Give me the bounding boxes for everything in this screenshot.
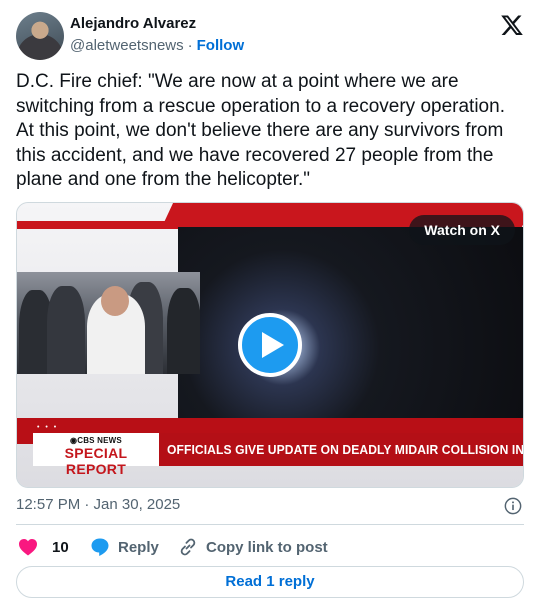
link-icon	[180, 538, 196, 556]
copy-link-label: Copy link to post	[206, 538, 328, 556]
fire-chief-head	[101, 286, 129, 316]
heart-icon	[19, 539, 37, 556]
press-conference-inset	[17, 272, 200, 374]
read-reply-button[interactable]: Read 1 reply	[16, 566, 524, 598]
handle-row: @aletweetsnews · Follow	[70, 37, 244, 54]
official-figure	[47, 286, 85, 374]
avatar[interactable]	[16, 12, 64, 60]
cbs-news-logo: ◉CBS NEWS	[70, 436, 122, 445]
play-button[interactable]	[238, 313, 302, 377]
cbs-badge: ◉CBS NEWS SPECIAL REPORT	[33, 433, 159, 477]
divider	[16, 524, 524, 525]
info-icon[interactable]	[504, 497, 522, 515]
copy-link-button[interactable]: Copy link to post	[178, 537, 328, 557]
official-figure	[167, 288, 200, 374]
watch-on-x-button[interactable]: Watch on X	[409, 215, 515, 245]
reply-bubble-icon	[91, 538, 109, 556]
special-report-label: SPECIAL REPORT	[64, 445, 128, 477]
ticker-dots: • • •	[37, 424, 59, 431]
author-name[interactable]: Alejandro Alvarez	[70, 15, 196, 32]
video-player[interactable]: ◉CBS NEWS SPECIAL REPORT OFFICIALS GIVE …	[16, 202, 524, 488]
tweet-text: D.C. Fire chief: "We are now at a point …	[16, 71, 505, 190]
tweet-card: Alejandro Alvarez @aletweetsnews · Follow …	[0, 0, 540, 613]
like-button[interactable]: 10	[18, 537, 69, 557]
timestamp[interactable]: 12:57 PM · Jan 30, 2025	[16, 496, 180, 513]
x-logo-icon[interactable]	[500, 13, 524, 37]
reply-label: Reply	[118, 538, 159, 556]
like-count: 10	[52, 538, 69, 556]
follow-button[interactable]: Follow	[197, 37, 245, 54]
separator: ·	[187, 37, 193, 54]
author-handle[interactable]: @aletweetsnews	[70, 37, 184, 54]
play-icon	[262, 332, 284, 358]
reply-button[interactable]: Reply	[90, 537, 159, 557]
headline-text: OFFICIALS GIVE UPDATE ON DEADLY MIDAIR C…	[167, 442, 524, 457]
night-footage	[178, 227, 523, 421]
